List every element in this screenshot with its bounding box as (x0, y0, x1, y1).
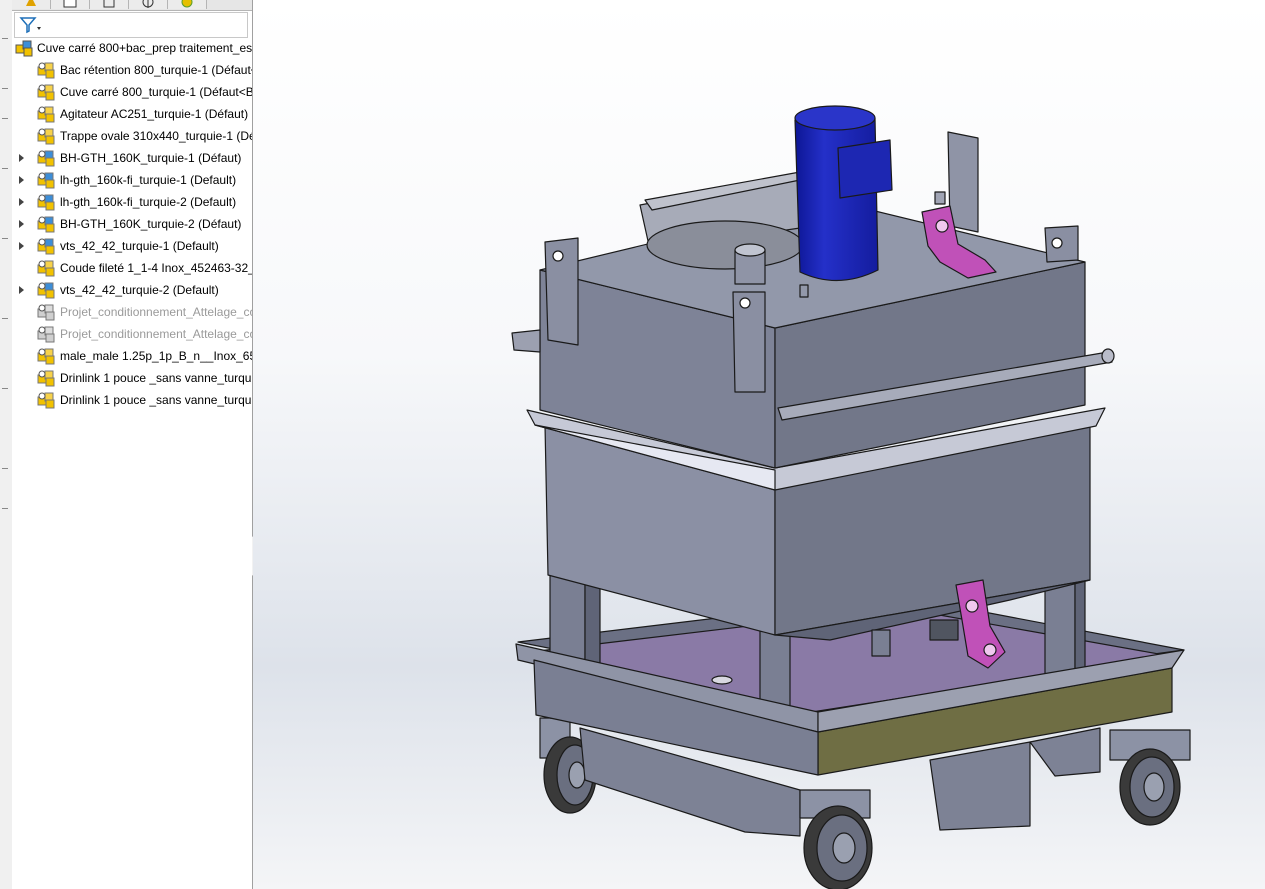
part-icon (37, 348, 55, 365)
tree-item[interactable]: BH-GTH_160K_turquie-2 (Défaut) (12, 213, 252, 235)
subassembly-icon (37, 150, 55, 167)
part-icon (37, 84, 55, 101)
subassembly-icon (37, 282, 55, 299)
part-icon (37, 128, 55, 145)
tree-item-label: vts_42_42_turquie-1 (Default) (60, 239, 219, 253)
expand-arrow-icon[interactable] (19, 242, 24, 250)
tree-item-label: Cuve carré 800_turquie-1 (Défaut<Br (60, 85, 253, 99)
suppressed-component-icon (37, 326, 55, 343)
subassembly-icon (37, 172, 55, 189)
tree-item[interactable]: Drinlink 1 pouce _sans vanne_turqui (12, 367, 252, 389)
tree-item-label: lh-gth_160k-fi_turquie-1 (Default) (60, 173, 237, 187)
tree-item[interactable]: lh-gth_160k-fi_turquie-2 (Default) (12, 191, 252, 213)
tree-item-label: male_male 1.25p_1p_B_n__Inox_6524 (60, 349, 253, 363)
tree-item-label: Projet_conditionnement_Attelage_co (60, 327, 253, 341)
tab-display-manager[interactable] (168, 0, 207, 9)
expand-arrow-icon[interactable] (19, 198, 24, 206)
part-icon (37, 392, 55, 409)
tree-item-label: BH-GTH_160K_turquie-2 (Défaut) (60, 217, 242, 231)
tree-item-label: Drinlink 1 pouce _sans vanne_turqui (60, 371, 253, 385)
filter-icon (19, 17, 41, 34)
tree-item[interactable]: lh-gth_160k-fi_turquie-1 (Default) (12, 169, 252, 191)
subassembly-icon (37, 238, 55, 255)
expand-arrow-icon[interactable] (19, 220, 24, 228)
tree-item[interactable]: Projet_conditionnement_Attelage_co (12, 323, 252, 345)
tab-configuration-manager[interactable] (90, 0, 129, 9)
graphics-viewport[interactable] (253, 0, 1265, 889)
tree-item[interactable]: Bac rétention 800_turquie-1 (Défaut< (12, 59, 252, 81)
dimxpert-manager-icon (142, 0, 154, 8)
caster-front-left (799, 789, 873, 889)
tree-item-label: vts_42_42_turquie-2 (Default) (60, 283, 219, 297)
expand-arrow-icon[interactable] (19, 286, 24, 294)
tree-item[interactable]: vts_42_42_turquie-2 (Default) (12, 279, 252, 301)
tree-item-label: Coude fileté 1_1-4 Inox_452463-32_tu (60, 261, 253, 275)
property-manager-icon (63, 0, 77, 8)
caster-rear-right (1109, 729, 1191, 826)
tree-item[interactable]: Cuve carré 800_turquie-1 (Défaut<Br (12, 81, 252, 103)
manager-tab-bar (12, 0, 252, 11)
tree-item-label: Agitateur AC251_turquie-1 (Défaut) (60, 107, 249, 121)
part-icon (37, 106, 55, 123)
feature-manager-icon (26, 0, 36, 6)
tree-item[interactable]: Projet_conditionnement_Attelage_co (12, 301, 252, 323)
tree-item-label: Projet_conditionnement_Attelage_co (60, 305, 253, 319)
tree-filter[interactable] (14, 12, 248, 38)
part-icon (37, 260, 55, 277)
part-icon (37, 62, 55, 79)
tree-item[interactable]: Coude fileté 1_1-4 Inox_452463-32_tu (12, 257, 252, 279)
tree-item-label: BH-GTH_160K_turquie-1 (Défaut) (60, 151, 242, 165)
tree-item[interactable]: vts_42_42_turquie-1 (Default) (12, 235, 252, 257)
expand-arrow-icon[interactable] (19, 154, 24, 162)
part-icon (37, 370, 55, 387)
tab-property-manager[interactable] (51, 0, 90, 9)
tree-root-assembly[interactable]: Cuve carré 800+bac_prep traitement_esp (12, 37, 252, 59)
tank-assembly-3d-model[interactable] (253, 0, 1265, 889)
tree-root-label: Cuve carré 800+bac_prep traitement_esp (37, 41, 253, 55)
tree-item-label: Bac rétention 800_turquie-1 (Défaut< (60, 63, 253, 77)
tab-feature-manager[interactable] (12, 0, 51, 9)
tree-item-label: lh-gth_160k-fi_turquie-2 (Default) (60, 195, 237, 209)
tree-item[interactable]: Drinlink 1 pouce _sans vanne_turqui (12, 389, 252, 411)
subassembly-icon (37, 216, 55, 233)
subassembly-icon (37, 194, 55, 211)
tree-item-label: Drinlink 1 pouce _sans vanne_turqui (60, 393, 253, 407)
tree-item[interactable]: Agitateur AC251_turquie-1 (Défaut) (12, 103, 252, 125)
feature-manager-panel: Cuve carré 800+bac_prep traitement_esp B… (12, 0, 253, 889)
expand-arrow-icon[interactable] (19, 176, 24, 184)
configuration-manager-icon (103, 0, 115, 8)
display-manager-icon (181, 0, 193, 8)
tree-item-label: Trappe ovale 310x440_turquie-1 (Déf (60, 129, 253, 143)
tab-dimxpert-manager[interactable] (129, 0, 168, 9)
tree-item[interactable]: BH-GTH_160K_turquie-1 (Défaut) (12, 147, 252, 169)
suppressed-component-icon (37, 304, 55, 321)
tree-item[interactable]: male_male 1.25p_1p_B_n__Inox_6524 (12, 345, 252, 367)
tree-item[interactable]: Trappe ovale 310x440_turquie-1 (Déf (12, 125, 252, 147)
assembly-icon (15, 40, 33, 57)
